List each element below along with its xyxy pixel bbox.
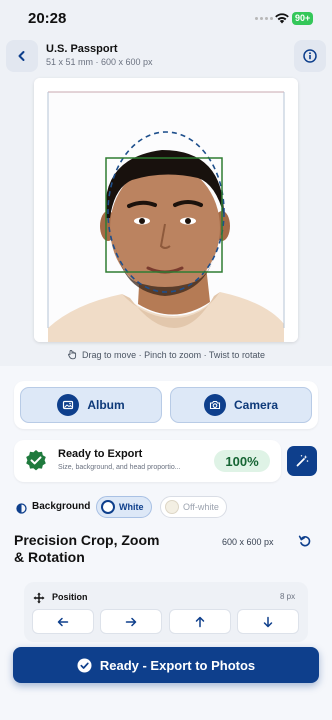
gesture-hint: Drag to move · Pinch to zoom · Twist to …	[0, 349, 332, 360]
portrait-photo	[48, 92, 284, 342]
photo-album-icon	[57, 394, 80, 416]
arrow-down-icon	[263, 616, 273, 627]
status-time: 20:28	[28, 10, 67, 27]
wifi-icon	[274, 11, 290, 29]
chevron-left-icon	[18, 51, 25, 61]
crop-section-title: Precision Crop, Zoom & Rotation	[14, 532, 160, 565]
info-button[interactable]	[294, 40, 326, 72]
gesture-hint-text: Drag to move · Pinch to zoom · Twist to …	[82, 349, 265, 360]
readiness-score-badge: 100%	[214, 450, 270, 472]
background-selector: Background White Off-white	[14, 496, 318, 518]
hand-gesture-icon	[68, 350, 77, 360]
move-left-button[interactable]	[32, 609, 94, 634]
background-option-white[interactable]: White	[96, 496, 152, 518]
move-icon	[33, 591, 45, 609]
reset-rotate-icon	[298, 535, 311, 547]
arrow-right-icon	[125, 617, 137, 626]
move-right-button[interactable]	[100, 609, 162, 634]
album-label: Album	[87, 398, 125, 412]
reset-button[interactable]	[298, 534, 312, 553]
readiness-card: Ready to Export Size, background, and he…	[14, 440, 281, 482]
camera-button[interactable]: Camera	[170, 387, 312, 423]
white-swatch	[101, 500, 115, 514]
arrow-left-icon	[57, 617, 69, 626]
export-to-photos-button[interactable]: Ready - Export to Photos	[13, 647, 319, 683]
photo-source-card: Album Camera	[14, 381, 318, 429]
position-step: 8 px	[280, 592, 296, 601]
position-controls: Position 8 px	[24, 582, 308, 642]
position-label: Position	[52, 592, 88, 602]
header: U.S. Passport 51 x 51 mm · 600 x 600 px	[0, 36, 332, 76]
background-option-off-white[interactable]: Off-white	[160, 496, 227, 518]
photo-crop-canvas[interactable]	[34, 78, 298, 342]
output-size: 600 x 600 px	[222, 537, 274, 547]
background-option-label: Off-white	[183, 502, 219, 512]
export-label: Ready - Export to Photos	[99, 657, 256, 673]
background-option-label: White	[119, 502, 144, 512]
album-button[interactable]: Album	[20, 387, 162, 423]
off-white-swatch	[165, 500, 179, 514]
readiness-description: Size, background, and head proportio...	[58, 464, 181, 471]
info-icon	[303, 49, 317, 63]
bottom-bar	[0, 683, 332, 720]
page-title: U.S. Passport	[46, 43, 118, 55]
camera-label: Camera	[233, 398, 279, 412]
verified-badge-icon	[24, 449, 48, 478]
signal-icon	[255, 17, 273, 20]
back-button[interactable]	[6, 40, 38, 72]
move-down-button[interactable]	[237, 609, 299, 634]
background-label: Background	[32, 501, 91, 512]
camera-icon	[203, 394, 226, 416]
auto-fix-button[interactable]	[287, 446, 317, 476]
page-subtitle: 51 x 51 mm · 600 x 600 px	[46, 57, 153, 67]
move-up-button[interactable]	[169, 609, 231, 634]
checkmark-circle-icon	[77, 658, 92, 672]
contrast-icon	[16, 501, 27, 519]
readiness-title: Ready to Export	[58, 448, 143, 460]
status-bar: 20:28 90+	[0, 0, 332, 36]
battery-icon: 90+	[292, 12, 314, 25]
arrow-up-icon	[195, 616, 205, 627]
magic-wand-icon	[296, 455, 309, 467]
